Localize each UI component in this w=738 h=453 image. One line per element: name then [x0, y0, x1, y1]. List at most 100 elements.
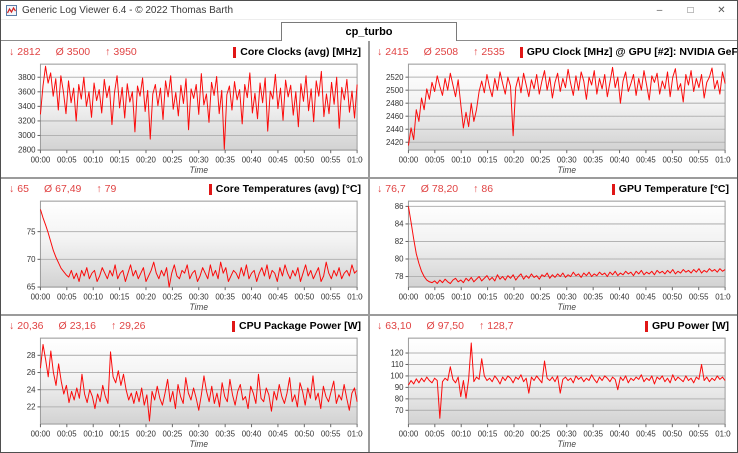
svg-text:2520: 2520 — [386, 73, 404, 82]
stat-min-value: 2812 — [17, 46, 40, 58]
stat-min: ↓76,7 — [377, 183, 406, 195]
svg-text:00:05: 00:05 — [57, 292, 77, 301]
svg-text:28: 28 — [27, 351, 36, 360]
stat-max: ↑2535 — [473, 46, 505, 58]
chart-title-text: GPU Temperature [°C] — [619, 183, 729, 195]
svg-text:2500: 2500 — [386, 86, 404, 95]
svg-text:2420: 2420 — [386, 138, 404, 147]
svg-text:00:35: 00:35 — [583, 292, 603, 301]
avg-symbol-icon: Ø — [427, 320, 435, 332]
chart-panel-4: ↓20,36 Ø23,16 ↑29,26 CPU Package Power [… — [1, 315, 369, 452]
svg-text:00:05: 00:05 — [57, 155, 77, 164]
svg-text:00:20: 00:20 — [504, 429, 524, 438]
legend-color-bar-icon — [233, 47, 236, 58]
chart-header: ↓2812 Ø3500 ↑3950 Core Clocks (avg) [MHz… — [7, 44, 363, 60]
chart-stats: ↓20,36 Ø23,16 ↑29,26 — [9, 320, 161, 332]
stat-max-value: 86 — [481, 183, 493, 195]
chart-stats: ↓76,7 Ø78,20 ↑86 — [377, 183, 508, 195]
svg-text:90: 90 — [395, 383, 404, 392]
max-arrow-icon: ↑ — [111, 320, 116, 332]
stat-max: ↑3950 — [105, 46, 137, 58]
stat-max: ↑128,7 — [479, 320, 514, 332]
maximize-button[interactable]: □ — [675, 1, 706, 19]
svg-text:00:30: 00:30 — [557, 155, 577, 164]
chart-title-text: GPU Power [W] — [652, 320, 729, 332]
svg-text:75: 75 — [27, 227, 36, 236]
stat-min-value: 20,36 — [17, 320, 43, 332]
svg-text:00:20: 00:20 — [504, 292, 524, 301]
svg-text:00:15: 00:15 — [478, 292, 498, 301]
svg-text:00:05: 00:05 — [425, 429, 445, 438]
chart-panel-1: ↓2415 Ø2508 ↑2535 GPU Clock [MHz] @ GPU … — [369, 41, 737, 178]
close-button[interactable]: ✕ — [706, 1, 737, 19]
stat-avg-value: 67,49 — [55, 183, 81, 195]
svg-text:65: 65 — [27, 283, 36, 292]
tab-strip: cp_turbo — [1, 20, 737, 41]
svg-text:00:10: 00:10 — [451, 292, 471, 301]
svg-text:00:30: 00:30 — [557, 292, 577, 301]
svg-text:01:00: 01:00 — [715, 429, 731, 438]
svg-text:00:30: 00:30 — [189, 155, 209, 164]
svg-text:00:55: 00:55 — [321, 292, 341, 301]
svg-text:01:00: 01:00 — [347, 292, 363, 301]
svg-text:00:55: 00:55 — [689, 429, 709, 438]
svg-text:00:50: 00:50 — [294, 155, 314, 164]
svg-text:00:40: 00:40 — [242, 292, 262, 301]
svg-text:00:15: 00:15 — [110, 292, 130, 301]
title-bar: Generic Log Viewer 6.4 - © 2022 Thomas B… — [1, 1, 737, 20]
svg-text:00:40: 00:40 — [242, 429, 262, 438]
stat-min: ↓2415 — [377, 46, 409, 58]
svg-text:00:55: 00:55 — [321, 155, 341, 164]
svg-text:3400: 3400 — [18, 102, 36, 111]
svg-text:Time: Time — [558, 302, 577, 312]
chart-title: GPU Clock [MHz] @ GPU [#2]: NVIDIA GeFor… — [520, 46, 737, 58]
legend-color-bar-icon — [232, 321, 235, 332]
svg-text:00:35: 00:35 — [215, 292, 235, 301]
stat-max: ↑29,26 — [111, 320, 146, 332]
stat-avg: Ø23,16 — [59, 320, 96, 332]
svg-text:Time: Time — [190, 439, 209, 449]
chart-stats: ↓2415 Ø2508 ↑2535 — [377, 46, 520, 58]
svg-text:00:45: 00:45 — [636, 292, 656, 301]
svg-text:00:45: 00:45 — [268, 155, 288, 164]
svg-text:00:50: 00:50 — [294, 292, 314, 301]
svg-text:00:20: 00:20 — [136, 429, 156, 438]
window-controls: – □ ✕ — [644, 1, 737, 19]
tab-cp-turbo[interactable]: cp_turbo — [281, 22, 457, 42]
svg-text:84: 84 — [395, 219, 404, 228]
svg-text:00:40: 00:40 — [242, 155, 262, 164]
legend-color-bar-icon — [209, 184, 212, 195]
svg-text:70: 70 — [27, 255, 36, 264]
min-arrow-icon: ↓ — [9, 46, 14, 58]
stat-max-value: 79 — [105, 183, 117, 195]
line-chart: 788082848600:0000:0500:1000:1500:2000:25… — [375, 197, 731, 315]
svg-text:00:05: 00:05 — [425, 155, 445, 164]
stat-max: ↑86 — [473, 183, 493, 195]
svg-text:00:15: 00:15 — [110, 429, 130, 438]
chart-stats: ↓63,10 Ø97,50 ↑128,7 — [377, 320, 529, 332]
stat-max-value: 128,7 — [487, 320, 513, 332]
stat-min: ↓2812 — [9, 46, 41, 58]
stat-avg-value: 23,16 — [70, 320, 96, 332]
charts-grid: ↓2812 Ø3500 ↑3950 Core Clocks (avg) [MHz… — [1, 41, 737, 452]
avg-symbol-icon: Ø — [59, 320, 67, 332]
stat-avg-value: 97,50 — [438, 320, 464, 332]
min-arrow-icon: ↓ — [9, 183, 14, 195]
stat-avg: Ø78,20 — [421, 183, 458, 195]
chart-title: CPU Package Power [W] — [232, 320, 361, 332]
svg-text:2800: 2800 — [18, 146, 36, 155]
chart-title: Core Clocks (avg) [MHz] — [233, 46, 361, 58]
svg-text:00:30: 00:30 — [189, 429, 209, 438]
svg-text:Time: Time — [190, 302, 209, 312]
svg-text:80: 80 — [395, 394, 404, 403]
svg-text:Time: Time — [190, 165, 209, 175]
minimize-button[interactable]: – — [644, 1, 675, 19]
legend-color-bar-icon — [612, 184, 615, 195]
svg-text:00:00: 00:00 — [31, 155, 51, 164]
svg-text:70: 70 — [395, 406, 404, 415]
svg-text:00:00: 00:00 — [399, 429, 419, 438]
app-window: Generic Log Viewer 6.4 - © 2022 Thomas B… — [0, 0, 738, 453]
svg-text:26: 26 — [27, 368, 36, 377]
chart-title-text: Core Clocks (avg) [MHz] — [240, 46, 361, 58]
svg-text:00:15: 00:15 — [478, 429, 498, 438]
